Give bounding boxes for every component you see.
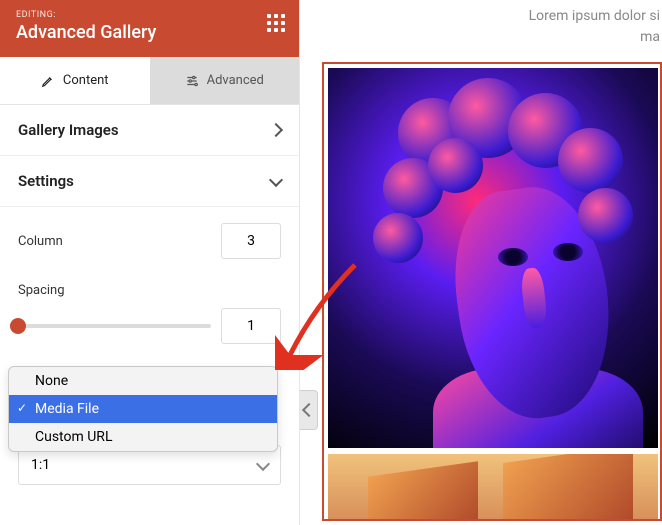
- lorem-text: Lorem ipsum dolor si ma: [322, 0, 662, 62]
- section-settings[interactable]: Settings: [0, 156, 299, 207]
- spacing-control: [18, 302, 281, 360]
- sliders-icon: [185, 74, 199, 88]
- chevron-down-icon: [269, 172, 283, 186]
- preview-canvas: Lorem ipsum dolor si ma: [322, 0, 662, 525]
- panel-header: EDITING: Advanced Gallery: [0, 0, 299, 57]
- pencil-icon: [41, 74, 55, 88]
- field-spacing: Spacing: [18, 271, 281, 302]
- tab-advanced[interactable]: Advanced: [150, 57, 300, 104]
- column-input[interactable]: [221, 223, 281, 259]
- editing-label: EDITING:: [16, 10, 283, 20]
- block-title: Advanced Gallery: [16, 22, 283, 43]
- chevron-left-icon: [301, 403, 315, 417]
- settings-body: Column Spacing: [0, 207, 299, 370]
- spacing-slider[interactable]: [18, 324, 211, 328]
- section-gallery-images-label: Gallery Images: [18, 121, 119, 139]
- section-settings-label: Settings: [18, 172, 74, 190]
- gallery-image-2[interactable]: [328, 454, 658, 519]
- tab-advanced-label: Advanced: [207, 73, 264, 88]
- tabs: Content Advanced: [0, 57, 299, 105]
- gallery-image-1[interactable]: [328, 68, 658, 448]
- drag-handle-icon[interactable]: [267, 14, 285, 32]
- spacing-label: Spacing: [18, 283, 65, 298]
- dropdown-option-none[interactable]: None: [9, 367, 277, 395]
- dropdown-option-custom-url[interactable]: Custom URL: [9, 423, 277, 451]
- gallery-frame[interactable]: [322, 62, 662, 521]
- dropdown-option-media-file[interactable]: Media File: [9, 395, 277, 423]
- lorem-line-1: Lorem ipsum dolor si: [529, 8, 660, 24]
- field-column: Column: [18, 211, 281, 271]
- spacing-input[interactable]: [221, 308, 281, 344]
- slider-thumb[interactable]: [10, 318, 26, 334]
- aspect-ratio-value: 1:1: [31, 457, 50, 473]
- section-gallery-images[interactable]: Gallery Images: [0, 105, 299, 156]
- link-to-dropdown: None Media File Custom URL: [8, 366, 278, 452]
- tab-content-label: Content: [63, 73, 109, 88]
- lorem-line-2: ma: [640, 29, 660, 45]
- column-label: Column: [18, 234, 63, 249]
- tab-content[interactable]: Content: [0, 57, 150, 104]
- caret-down-icon: [256, 456, 270, 470]
- collapse-sidebar-button[interactable]: [300, 390, 318, 430]
- chevron-right-icon: [269, 123, 283, 137]
